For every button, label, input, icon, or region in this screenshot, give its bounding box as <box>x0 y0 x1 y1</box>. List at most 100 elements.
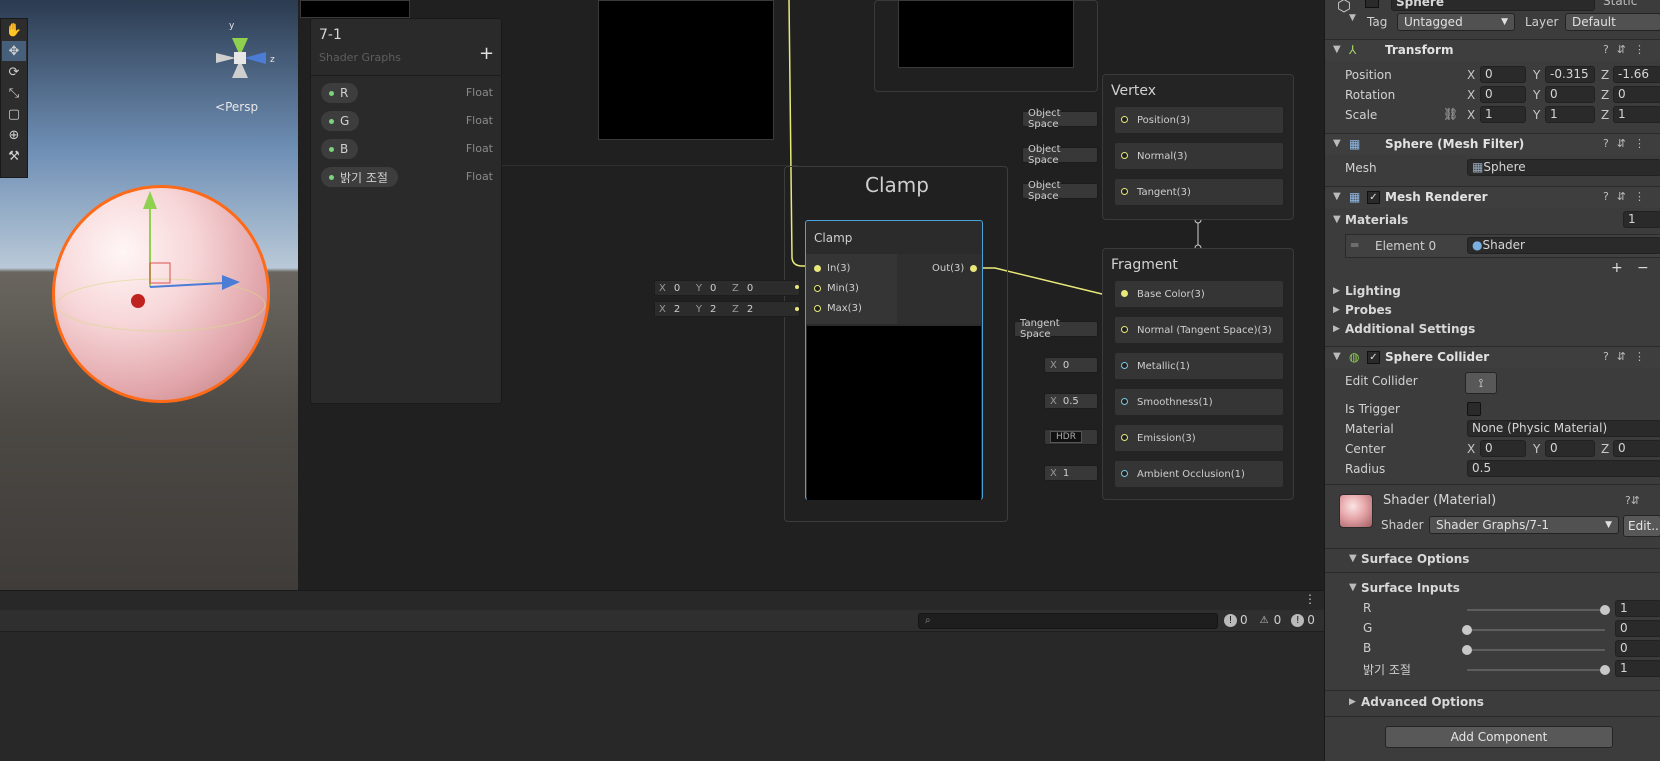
min-x-value[interactable]: 0 <box>670 283 692 294</box>
rect-tool-icon[interactable]: ▢ <box>2 104 26 124</box>
slider-track-b[interactable] <box>1467 649 1605 651</box>
foldout-closed-icon[interactable]: ▶ <box>1333 324 1340 334</box>
custom-tool-icon[interactable]: ⚒ <box>2 146 26 166</box>
emission-input[interactable]: HDR <box>1044 429 1098 445</box>
layer-dropdown[interactable]: Default <box>1565 13 1660 31</box>
additional-settings-foldout[interactable]: Additional Settings <box>1345 322 1475 336</box>
normal-space-input[interactable]: Object Space <box>1022 144 1098 166</box>
edit-collider-button[interactable]: ⟟ <box>1465 372 1497 394</box>
port-out[interactable]: Out(3) <box>932 263 978 274</box>
materials-foldout[interactable]: Materials <box>1345 213 1408 227</box>
slider-track-g[interactable] <box>1467 629 1605 631</box>
scene-orientation-gizmo[interactable]: y z <box>210 18 290 88</box>
center-z-field[interactable]: 0 <box>1613 440 1660 457</box>
fragment-slot-emission[interactable]: Emission(3) <box>1115 425 1283 451</box>
clamp-group-title[interactable]: Clamp <box>785 173 1009 197</box>
slider-knob-g[interactable] <box>1462 625 1472 635</box>
object-name-field[interactable]: Sphere <box>1391 0 1595 11</box>
material-help-icon[interactable]: ?⇵ <box>1625 494 1640 507</box>
min-z-value[interactable]: 0 <box>743 283 765 294</box>
console-menu-icon[interactable]: ⋮ <box>1304 592 1316 606</box>
tag-dropdown[interactable]: Untagged ▼ <box>1397 13 1515 31</box>
tangent-space-input[interactable]: Object Space <box>1022 180 1098 202</box>
blackboard-property-r[interactable]: R Float <box>321 83 493 103</box>
rotation-y-field[interactable]: 0 <box>1545 86 1595 103</box>
slider-value-g[interactable]: 0 <box>1615 620 1660 637</box>
element-0-field[interactable]: ●Shader <box>1467 237 1660 254</box>
fragment-slot-smoothness[interactable]: Smoothness(1) <box>1115 389 1283 415</box>
fragment-slot-metallic[interactable]: Metallic(1) <box>1115 353 1283 379</box>
smoothness-input[interactable]: X 0.5 <box>1044 393 1098 409</box>
blackboard-property-g[interactable]: G Float <box>321 111 493 131</box>
static-toggle[interactable]: Static <box>1603 0 1637 8</box>
mesh-renderer-header[interactable]: ▼ ▦ ✓ Mesh Renderer ?⇵⋮ <box>1325 186 1660 208</box>
clamp-min-field[interactable]: X0 Y0 Z0 <box>654 280 800 296</box>
clamp-max-field[interactable]: X2 Y2 Z2 <box>654 301 800 317</box>
scale-x-field[interactable]: 1 <box>1480 106 1526 123</box>
foldout-open-icon[interactable]: ▼ <box>1349 553 1357 564</box>
surface-inputs-foldout[interactable]: Surface Inputs <box>1361 581 1460 595</box>
hand-tool-icon[interactable]: ✋ <box>2 20 26 40</box>
rotation-z-field[interactable]: 0 <box>1613 86 1660 103</box>
blackboard-property-brightness[interactable]: 밝기 조절 Float <box>321 167 493 187</box>
enabled-checkbox[interactable]: ✓ <box>1367 351 1380 364</box>
vertex-slot-tangent[interactable]: Tangent(3) <box>1115 179 1283 205</box>
component-controls-icon[interactable]: ?⇵⋮ <box>1603 190 1653 203</box>
remove-material-button[interactable]: − <box>1637 260 1649 276</box>
rotation-x-field[interactable]: 0 <box>1480 86 1526 103</box>
max-y-value[interactable]: 2 <box>706 304 728 315</box>
normal-tangent-space-input[interactable]: Tangent Space <box>1014 318 1098 340</box>
probes-foldout[interactable]: Probes <box>1345 303 1392 317</box>
constrain-proportions-icon[interactable]: ⛓ <box>1443 107 1458 121</box>
mesh-filter-header[interactable]: ▼ ▦ Sphere (Mesh Filter) ?⇵⋮ <box>1325 133 1660 155</box>
position-space-input[interactable]: Object Space <box>1022 108 1098 130</box>
slider-knob-brightness[interactable] <box>1600 665 1610 675</box>
slider-knob-b[interactable] <box>1462 645 1472 655</box>
vertex-context-block[interactable]: Vertex Position(3) Normal(3) Tangent(3) <box>1102 74 1294 220</box>
transform-tool-icon[interactable]: ⊕ <box>2 125 26 145</box>
center-x-field[interactable]: 0 <box>1480 440 1526 457</box>
port-max[interactable]: Max(3) <box>814 303 862 314</box>
mesh-object-field[interactable]: ▦Sphere <box>1467 159 1660 176</box>
metallic-input[interactable]: X0 <box>1044 357 1098 373</box>
prefab-dropdown-icon[interactable]: ▼ <box>1349 13 1356 23</box>
enabled-checkbox[interactable]: ✓ <box>1367 191 1380 204</box>
drag-handle-icon[interactable]: ═ <box>1351 238 1358 252</box>
slider-value-b[interactable]: 0 <box>1615 640 1660 657</box>
surface-options-foldout[interactable]: Surface Options <box>1361 552 1469 566</box>
slider-knob-r[interactable] <box>1600 605 1610 615</box>
foldout-closed-icon[interactable]: ▶ <box>1333 286 1340 296</box>
port-in[interactable]: In(3) <box>814 263 850 274</box>
fragment-slot-base-color[interactable]: Base Color(3) <box>1115 281 1283 307</box>
position-z-field[interactable]: -1.66 <box>1613 66 1660 83</box>
slider-value-brightness[interactable]: 1 <box>1615 660 1660 677</box>
clamp-node[interactable]: Clamp In(3) Min(3) Max(3) Out(3) <box>805 220 983 500</box>
material-preview[interactable] <box>1339 494 1373 528</box>
vertex-slot-normal[interactable]: Normal(3) <box>1115 143 1283 169</box>
is-trigger-checkbox[interactable] <box>1467 402 1481 416</box>
blackboard-property-b[interactable]: B Float <box>321 139 493 159</box>
fragment-context-block[interactable]: Fragment Base Color(3) Normal (Tangent S… <box>1102 248 1294 500</box>
sphere-collider-header[interactable]: ▼ ◍ ✓ Sphere Collider ?⇵⋮ <box>1325 346 1660 368</box>
inspector-panel[interactable]: ⬡ Sphere Static ▼ Tag Untagged ▼ Layer De… <box>1324 0 1660 761</box>
add-component-button[interactable]: Add Component <box>1385 726 1613 748</box>
component-controls-icon[interactable]: ?⇵⋮ <box>1603 137 1653 150</box>
slider-track-r[interactable] <box>1467 609 1605 611</box>
scale-y-field[interactable]: 1 <box>1545 106 1595 123</box>
add-property-button[interactable]: + <box>479 43 494 64</box>
active-toggle[interactable] <box>1365 0 1379 8</box>
rotate-tool-icon[interactable]: ⟳ <box>2 62 26 82</box>
scale-z-field[interactable]: 1 <box>1613 106 1660 123</box>
fragment-slot-normal[interactable]: Normal (Tangent Space)(3) <box>1115 317 1283 343</box>
materials-count-field[interactable]: 1 <box>1623 211 1660 228</box>
lighting-foldout[interactable]: Lighting <box>1345 284 1401 298</box>
port-min[interactable]: Min(3) <box>814 283 859 294</box>
scene-view[interactable]: ✋ ✥ ⟳ ⤡ ▢ ⊕ ⚒ y z <Persp <box>0 0 298 590</box>
info-count[interactable]: ! 0 <box>1224 613 1248 627</box>
min-y-value[interactable]: 0 <box>706 283 728 294</box>
move-tool-icon[interactable]: ✥ <box>2 41 26 61</box>
radius-field[interactable]: 0.5 <box>1467 460 1660 477</box>
vertex-slot-position[interactable]: Position(3) <box>1115 107 1283 133</box>
component-controls-icon[interactable]: ?⇵⋮ <box>1603 43 1653 56</box>
center-y-field[interactable]: 0 <box>1545 440 1595 457</box>
